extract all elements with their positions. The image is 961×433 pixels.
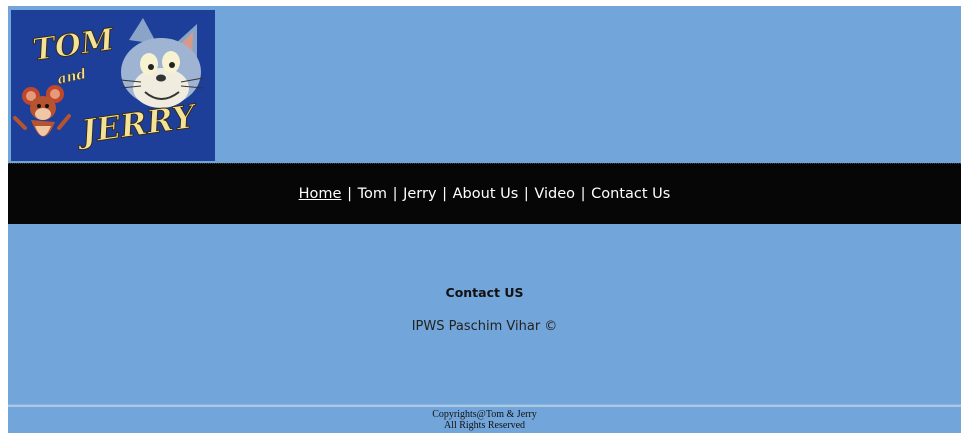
nav-link-contact-us[interactable]: Contact Us: [591, 186, 670, 202]
footer-rights: All Rights Reserved: [443, 420, 526, 431]
nav-link-about-us[interactable]: About Us: [453, 186, 519, 202]
footer-copyright: Copyrights@Tom & Jerry: [432, 409, 537, 420]
nav-separator: |: [347, 186, 352, 202]
contact-heading: Contact US: [445, 285, 524, 300]
footer: Copyrights@Tom & Jerry All Rights Reserv…: [8, 409, 961, 431]
tom-and-jerry-logo-icon: TOM and JERRY: [11, 10, 215, 161]
address-text: IPWS Paschim Vihar ©: [411, 319, 558, 334]
nav-separator: |: [442, 186, 448, 202]
nav-links: Home | Tom | Jerry | About Us | Video | …: [8, 186, 961, 202]
nav-separator: |: [580, 186, 586, 202]
nav-separator: |: [392, 186, 398, 202]
footer-divider: [8, 404, 961, 407]
nav-link-home[interactable]: Home: [299, 186, 342, 202]
nav-separator: |: [523, 186, 529, 202]
nav-link-jerry[interactable]: Jerry: [403, 186, 436, 202]
nav-link-video[interactable]: Video: [534, 186, 575, 202]
main-navigation: Home | Tom | Jerry | About Us | Video | …: [8, 163, 961, 224]
nav-link-tom[interactable]: Tom: [358, 186, 387, 202]
page-container: TOM and JERRY Home | Tom | Jerry | About…: [8, 6, 961, 433]
